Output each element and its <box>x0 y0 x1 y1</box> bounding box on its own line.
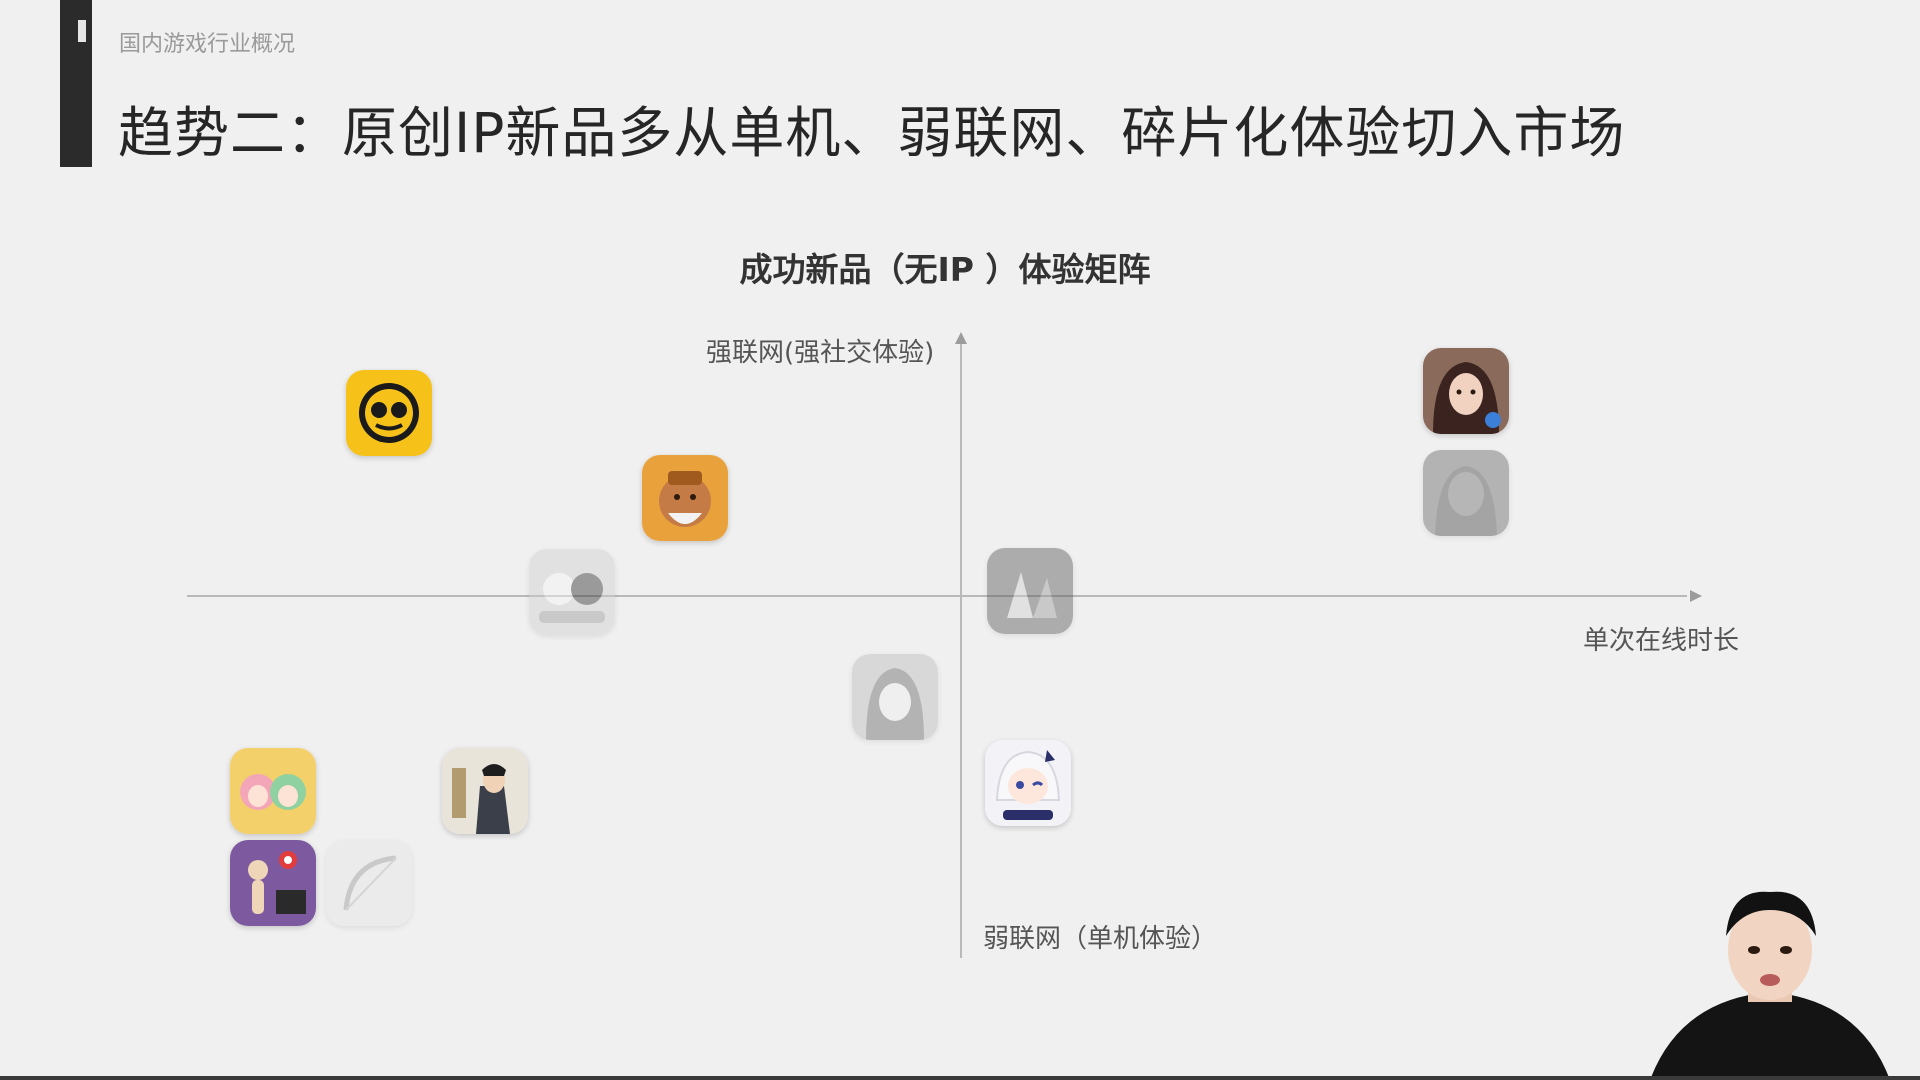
pink-anime-pair-app-icon <box>230 748 316 834</box>
axis-right-label: 单次在线时长 <box>1583 626 1740 656</box>
x-axis-arrow-icon <box>1690 590 1702 602</box>
accent-bar <box>60 0 92 167</box>
matrix-title: 成功新品（无IP ）体验矩阵 <box>739 250 1151 289</box>
x-axis <box>187 595 1687 597</box>
anime-girl-app-icon <box>852 654 938 740</box>
bottom-strip <box>0 1076 1920 1080</box>
axis-bottom-label: 弱联网（单机体验） <box>983 924 1218 954</box>
dark-fantasy-app-icon <box>987 548 1073 634</box>
scholar-app-icon <box>442 748 528 834</box>
archery-app-icon <box>326 840 412 926</box>
mobile-rpg-girl-app-icon <box>1423 348 1509 434</box>
warrior-app-icon <box>642 455 728 541</box>
cute-creatures-app-icon <box>529 549 615 635</box>
page-title: 趋势二：原创IP新品多从单机、弱联网、碎片化体验切入市场 <box>118 101 1626 165</box>
breadcrumb: 国内游戏行业概况 <box>119 32 296 57</box>
puzzle-shooter-app-icon <box>230 840 316 926</box>
dark-mmo-app-icon <box>1423 450 1509 536</box>
y-axis-arrow-icon <box>955 332 967 344</box>
chibi-guide-app-icon <box>985 740 1071 826</box>
brawl-app-icon <box>346 370 432 456</box>
presenter-video <box>1650 880 1890 1080</box>
accent-notch <box>78 20 86 42</box>
y-axis <box>960 343 962 958</box>
axis-top-label: 强联网(强社交体验) <box>706 338 935 368</box>
